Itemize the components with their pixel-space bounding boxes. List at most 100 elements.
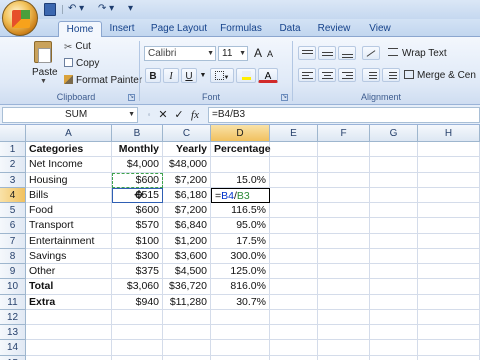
name-box[interactable]: SUM ▼ [2,107,138,123]
cell-a2[interactable]: Net Income [26,157,112,173]
cell-e13[interactable] [270,325,318,341]
cell-h4[interactable] [418,187,480,203]
borders-button[interactable]: ▼ [210,68,234,83]
worksheet-grid[interactable]: A B C D E F G H 1 Categories Monthly Yearly Percenta… [0,125,480,360]
cell-f4[interactable] [318,187,370,203]
cell-d1[interactable]: Percentage [211,142,271,158]
cell-a3[interactable]: Housing [26,172,112,188]
cell-f13[interactable] [318,325,370,341]
cell-h12[interactable] [418,309,480,325]
cell-c13[interactable] [163,325,211,341]
cell-h5[interactable] [418,203,480,219]
cell-c5[interactable]: $7,200 [163,203,211,219]
row-header-15[interactable]: 15 [0,355,26,360]
enter-icon[interactable]: ✓ [172,107,186,123]
cell-a1[interactable]: Categories [26,142,112,158]
row-header-13[interactable]: 13 [0,325,26,341]
cell-d6[interactable]: 95.0% [211,218,270,234]
cell-a14[interactable] [26,340,112,356]
cell-e15[interactable] [270,355,318,360]
cell-d5[interactable]: 116.5% [211,203,270,219]
cell-e12[interactable] [270,309,318,325]
cell-h6[interactable] [418,218,480,234]
format-painter-button[interactable]: Format Painter [64,75,142,86]
row-header-14[interactable]: 14 [0,340,26,356]
cell-h15[interactable] [418,355,480,360]
cell-a7[interactable]: Entertainment [26,233,112,249]
merge-center-button[interactable]: Merge & Cen [404,68,480,83]
align-bottom-icon[interactable] [338,46,356,60]
row-header-6[interactable]: 6 [0,218,26,234]
column-header-c[interactable]: C [163,125,211,142]
chevron-down-icon[interactable]: ▼ [239,47,246,60]
cell-c3[interactable]: $7,200 [163,172,211,188]
tab-review[interactable]: Review [312,21,356,37]
cell-h3[interactable] [418,172,480,188]
cell-b11[interactable]: $940 [112,294,163,310]
cell-b6[interactable]: $570 [112,218,163,234]
shrink-font-button[interactable]: A [265,47,275,62]
cell-c14[interactable] [163,340,211,356]
cell-a15[interactable] [26,355,112,360]
cell-d11[interactable]: 30.7% [211,294,270,310]
cell-e8[interactable] [270,248,318,264]
cell-g9[interactable] [370,264,418,280]
cell-g5[interactable] [370,203,418,219]
cell-f9[interactable] [318,264,370,280]
cell-b2[interactable]: $4,000 [112,157,163,173]
align-top-icon[interactable] [298,46,316,60]
cell-d8[interactable]: 300.0% [211,248,270,264]
cell-f3[interactable] [318,172,370,188]
decrease-indent-icon[interactable] [362,68,380,82]
cell-e9[interactable] [270,264,318,280]
clipboard-launcher-icon[interactable]: ↘ [128,94,135,101]
cell-d13[interactable] [211,325,270,341]
cell-d14[interactable] [211,340,270,356]
undo-button[interactable]: ↶ ▾ [68,3,84,16]
wrap-text-button[interactable]: Wrap Text [388,46,448,61]
cell-h13[interactable] [418,325,480,341]
chevron-down-icon[interactable]: ▼ [207,47,214,60]
font-color-button[interactable]: A [258,68,278,83]
column-header-a[interactable]: A [26,125,112,142]
cell-b1[interactable]: Monthly [112,142,163,158]
customize-quick-access-icon[interactable]: ▾ [128,3,133,16]
cell-e11[interactable] [270,294,318,310]
cell-g10[interactable] [370,279,418,295]
cell-f1[interactable] [318,142,370,158]
italic-button[interactable]: I [163,68,179,83]
cell-g2[interactable] [370,157,418,173]
save-icon[interactable] [44,3,56,16]
cell-h7[interactable] [418,233,480,249]
cell-a13[interactable] [26,325,112,341]
bold-button[interactable]: B [145,68,161,83]
tab-insert[interactable]: Insert [104,21,140,37]
cell-f15[interactable] [318,355,370,360]
cell-c10[interactable]: $36,720 [163,279,211,295]
paste-dropdown-icon[interactable]: ▼ [40,78,47,85]
cell-g13[interactable] [370,325,418,341]
row-header-1[interactable]: 1 [0,142,26,158]
cell-h14[interactable] [418,340,480,356]
cell-f11[interactable] [318,294,370,310]
cell-h1[interactable] [418,142,480,158]
cell-a6[interactable]: Transport [26,218,112,234]
cut-button[interactable]: ✂ Cut [64,41,91,53]
row-header-2[interactable]: 2 [0,157,26,173]
cell-g8[interactable] [370,248,418,264]
cell-a9[interactable]: Other [26,264,112,280]
column-header-e[interactable]: E [270,125,318,142]
cell-d15[interactable] [211,355,270,360]
cell-f8[interactable] [318,248,370,264]
cell-c7[interactable]: $1,200 [163,233,211,249]
grow-font-button[interactable]: A [252,46,264,61]
cell-g3[interactable] [370,172,418,188]
underline-button[interactable]: U [181,68,197,83]
cell-e2[interactable] [270,157,318,173]
cell-a8[interactable]: Savings [26,248,112,264]
cell-c4[interactable]: $6,180 [163,187,211,203]
column-header-h[interactable]: H [418,125,480,142]
paste-icon[interactable] [34,41,52,63]
cell-h10[interactable] [418,279,480,295]
cell-d4[interactable]: =B4/B3 [211,187,270,203]
